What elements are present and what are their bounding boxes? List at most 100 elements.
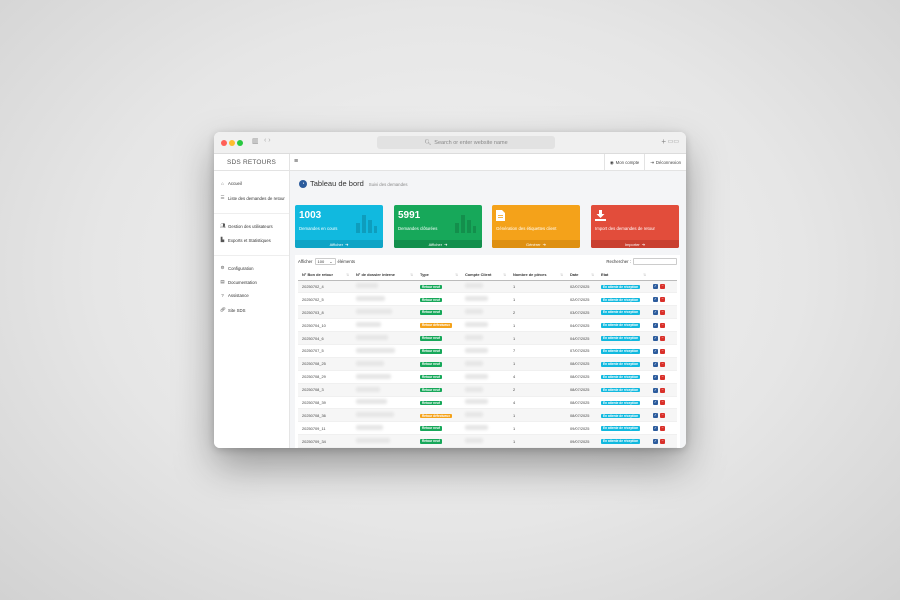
search-input[interactable] [633, 258, 677, 265]
table-row[interactable]: 20250708_36 Retour défectueux 1 08/07/2025 E… [298, 408, 677, 423]
table-row[interactable]: 20250708_25 Retour neuf 1 08/07/2025 En atte… [298, 357, 677, 371]
delete-icon[interactable]: − [660, 426, 665, 432]
sidebar-item-assistance[interactable]: ? Assistance [220, 293, 249, 298]
checkbox-icon[interactable]: ✓ [653, 387, 658, 393]
card-footer-link[interactable]: Afficher ➔ [295, 240, 383, 248]
table-row[interactable]: 20250703_8 Retour neuf 2 03/07/2025 En atten… [298, 305, 677, 320]
column-header-dossier[interactable]: N° de dossier interne ⇅ [352, 270, 416, 281]
column-header-date[interactable]: Date ⇅ [566, 270, 597, 281]
cell-type: Retour neuf [416, 383, 461, 397]
type-badge: Retour neuf [420, 362, 442, 367]
table-row[interactable]: 20250702_5 Retour neuf 1 02/07/2025 En atten… [298, 292, 677, 307]
delete-icon[interactable]: − [660, 310, 665, 316]
logout-button[interactable]: ⇥ Déconnexion [644, 154, 686, 171]
delete-icon[interactable]: − [660, 323, 665, 329]
sidebar-item-label: Configuration [228, 265, 254, 271]
cell-num: 20250704_6 [298, 331, 352, 345]
address-bar[interactable]: 🔍︎ Search or enter website name [377, 136, 555, 149]
sidebar-item-configuration[interactable]: ⚙ Configuration [220, 265, 254, 271]
checkbox-icon[interactable]: ✓ [653, 413, 658, 419]
sidebar-item-liste-demandes[interactable]: ☰ Liste des demandes de retour [220, 195, 284, 201]
table-row[interactable]: 20250708_39 Retour neuf 4 08/07/2025 En atte… [298, 396, 677, 410]
column-label: Type [420, 272, 429, 278]
delete-icon[interactable]: − [660, 400, 665, 406]
close-window-button[interactable] [221, 140, 227, 146]
checkbox-icon[interactable]: ✓ [653, 323, 658, 329]
tab-overview-icon[interactable]: ▭▭ [668, 138, 679, 145]
delete-icon[interactable]: − [660, 348, 665, 354]
minimize-window-button[interactable] [229, 140, 235, 146]
delete-icon[interactable]: − [660, 297, 665, 303]
sidebar-item-accueil[interactable]: ⌂ Accueil [220, 181, 242, 186]
card-footer-link[interactable]: Importer ➔ [591, 240, 679, 248]
checkbox-icon[interactable]: ✓ [653, 310, 658, 316]
maximize-window-button[interactable] [237, 140, 243, 146]
delete-icon[interactable]: − [660, 336, 665, 341]
sort-icon: ⇅ [455, 273, 458, 277]
delete-icon[interactable]: − [660, 284, 665, 290]
checkbox-icon[interactable]: ✓ [653, 297, 658, 303]
checkbox-icon[interactable]: ✓ [653, 336, 658, 341]
sidebar-item-exports[interactable]: ▙ Exports et Statistiques [220, 237, 271, 243]
checkbox-icon[interactable]: ✓ [653, 374, 658, 380]
cell-dossier-redacted [352, 421, 416, 436]
cell-date: 08/07/2025 [566, 408, 597, 423]
checkbox-icon[interactable]: ✓ [653, 361, 658, 367]
back-forward-icon[interactable]: ‹ › [264, 137, 271, 144]
cell-type: Retour neuf [416, 344, 461, 358]
card-footer-label: Afficher [428, 241, 443, 247]
question-icon: ? [221, 293, 224, 298]
delete-icon[interactable]: − [660, 374, 665, 380]
column-header-etat[interactable]: Etat ⇅ [597, 270, 649, 281]
menu-icon[interactable]: ≡ [294, 158, 298, 165]
checkbox-icon[interactable]: ✓ [653, 426, 658, 432]
list-icon: ☰ [220, 195, 225, 200]
column-header-compte[interactable]: Compte Client ⇅ [461, 270, 509, 281]
card-footer-link[interactable]: Générer ➔ [492, 240, 580, 248]
column-header-num[interactable]: N° Bon de retour ⇅ [298, 270, 352, 281]
card-footer-link[interactable]: Afficher ➔ [394, 240, 482, 248]
checkbox-icon[interactable]: ✓ [653, 348, 658, 354]
browser-window: ▥ ‹ › 🔍︎ Search or enter website name + … [214, 132, 686, 448]
new-tab-icon[interactable]: + [661, 137, 666, 146]
sort-icon: ⇅ [503, 273, 506, 277]
delete-icon[interactable]: − [660, 439, 665, 445]
checkbox-icon[interactable]: ✓ [653, 439, 658, 445]
type-badge: Retour neuf [420, 284, 442, 290]
sidebar-item-site-sds[interactable]: 🔗︎ Site SDS [220, 307, 245, 313]
checkbox-icon[interactable]: ✓ [653, 284, 658, 290]
cell-etat: En attente de réception [597, 408, 649, 423]
cell-compte-redacted [461, 318, 509, 333]
cell-pieces: 1 [509, 434, 566, 448]
sidebar-item-documentation[interactable]: ▤ Documentation [220, 279, 257, 285]
table-row[interactable]: 20250704_6 Retour neuf 1 04/07/2025 En atten… [298, 331, 677, 345]
app-brand[interactable]: SDS RETOURS [214, 154, 290, 171]
cell-actions: ✓ − [649, 357, 677, 371]
column-label: Nombre de pièces [513, 272, 547, 278]
table-row[interactable]: 20250702_4 Retour neuf 1 02/07/2025 En atten… [298, 280, 677, 294]
table-row[interactable]: 20250709_11 Retour neuf 1 09/07/2025 En atte… [298, 421, 677, 436]
checkbox-icon[interactable]: ✓ [653, 400, 658, 406]
account-button[interactable]: ◉ Mon compte [603, 154, 644, 171]
delete-icon[interactable]: − [660, 387, 665, 393]
card-footer-label: Importer [624, 241, 640, 247]
cell-compte-redacted [461, 396, 509, 410]
table-row[interactable]: 20250704_10 Retour défectueux 1 04/07/2025 E… [298, 318, 677, 333]
page-length-select[interactable]: 100 ⌄ [314, 258, 336, 265]
column-header-type[interactable]: Type ⇅ [416, 270, 461, 281]
cell-etat: En attente de réception [597, 370, 649, 384]
sidebar-item-utilisateurs[interactable]: 👥︎ Gestion des utilisateurs [220, 223, 273, 229]
table-row[interactable]: 20250709_34 Retour neuf 1 09/07/2025 En atte… [298, 434, 677, 448]
dashboard-icon: ◔ [299, 179, 307, 188]
delete-icon[interactable]: − [660, 413, 665, 419]
column-header-pieces[interactable]: Nombre de pièces ⇅ [509, 270, 566, 281]
delete-icon[interactable]: − [660, 361, 665, 367]
table-row[interactable]: 20250707_5 Retour neuf 7 07/07/2025 En atten… [298, 344, 677, 358]
card-footer-label: Afficher [329, 241, 344, 247]
sort-icon: ⇅ [591, 273, 594, 277]
table-row[interactable]: 20250708_3 Retour neuf 2 08/07/2025 En atten… [298, 383, 677, 397]
table-row[interactable]: 20250708_29 Retour neuf 4 08/07/2025 En atte… [298, 370, 677, 384]
sidebar-toggle-icon[interactable]: ▥ [252, 137, 260, 145]
cell-actions: ✓ − [649, 280, 677, 294]
cell-compte-redacted [461, 408, 509, 423]
